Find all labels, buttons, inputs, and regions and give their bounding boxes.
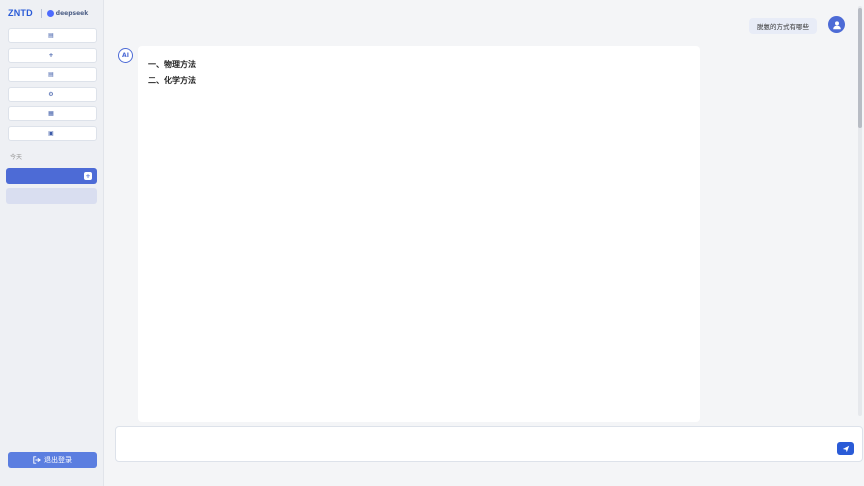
report-icon: ▦ [48, 110, 54, 118]
sidebar: ZNTD deepseek ▤ + ▤ ⚙ ▦ ▣ 今天 + 退出登录 [0, 0, 104, 486]
send-button[interactable] [837, 442, 854, 455]
plus-icon: + [48, 51, 54, 59]
menu-button-0[interactable]: ▤ [8, 28, 97, 43]
logo-divider [40, 8, 42, 18]
menu-button-3[interactable]: ⚙ [8, 86, 97, 102]
document-icon: ▤ [48, 32, 54, 39]
logo: ZNTD deepseek [8, 6, 88, 20]
ai-avatar: AI [118, 48, 133, 63]
menu-button-4[interactable]: ▦ [8, 106, 97, 122]
more-icon[interactable]: + [84, 172, 92, 180]
section-heading: 二、化学方法 [148, 76, 196, 85]
menu-button-1[interactable]: + [8, 47, 97, 63]
section-heading: 一、物理方法 [148, 60, 196, 69]
history-item[interactable] [6, 188, 97, 204]
chat-area: 脱氨的方式有哪些 AI 一、物理方法 二、化学方法 [105, 0, 864, 486]
ai-response: 一、物理方法 二、化学方法 [138, 46, 700, 422]
logout-label: 退出登录 [44, 456, 72, 464]
message-input[interactable] [124, 433, 824, 457]
list-icon: ▤ [48, 71, 54, 79]
send-icon [842, 445, 849, 452]
history-item-active[interactable]: + [6, 168, 97, 184]
logout-icon [33, 456, 41, 464]
gear-icon: ⚙ [48, 90, 54, 98]
partner-name: deepseek [55, 9, 89, 17]
scrollbar[interactable] [858, 6, 862, 416]
logout-button[interactable]: 退出登录 [8, 452, 97, 468]
history-group-label: 今天 [10, 154, 23, 161]
logo-text: ZNTD [8, 8, 33, 18]
menu-button-5[interactable]: ▣ [8, 125, 97, 141]
user-avatar[interactable] [828, 16, 845, 33]
input-bar [115, 426, 863, 462]
whale-icon [46, 9, 54, 17]
partner-logo: deepseek [46, 9, 89, 17]
main-menu: ▤ + ▤ ⚙ ▦ ▣ [8, 28, 97, 146]
scrollbar-thumb[interactable] [858, 8, 862, 128]
user-message: 脱氨的方式有哪些 [749, 18, 817, 34]
menu-button-2[interactable]: ▤ [8, 67, 97, 83]
user-icon [832, 20, 841, 29]
answer-sections: 一、物理方法 二、化学方法 [148, 59, 690, 86]
chat-icon: ▣ [48, 129, 54, 137]
